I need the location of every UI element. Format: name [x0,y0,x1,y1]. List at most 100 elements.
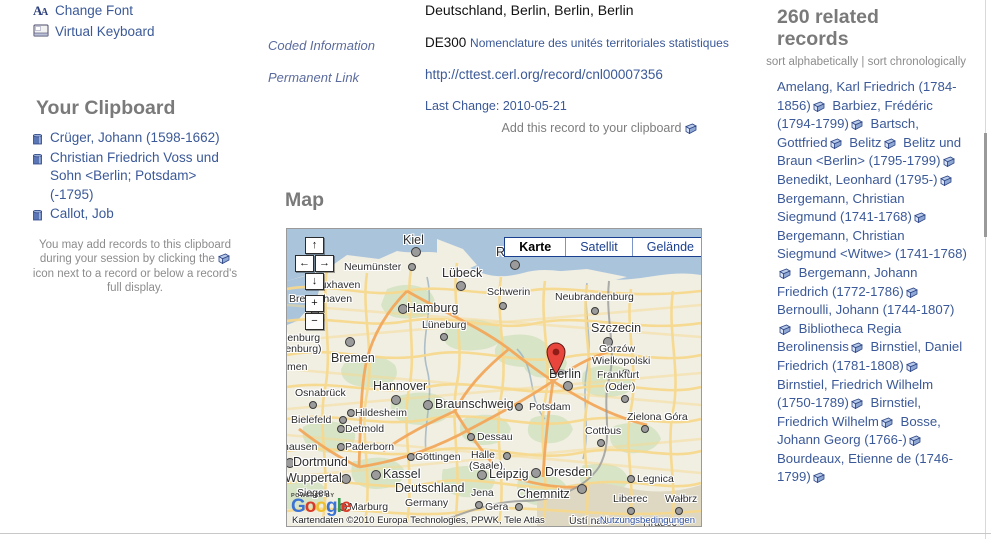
related-records-panel: 260 related records sort alphabetically … [765,0,986,539]
map-city-dot [423,400,433,410]
svg-text:A: A [41,7,49,18]
add-to-clipboard-icon[interactable] [942,154,955,168]
map-terms-link[interactable]: Nutzungsbedingungen [600,515,695,526]
clipboard-item-label[interactable]: Christian Friedrich Voss und Sohn <Berli… [50,150,219,202]
coded-information-value: DE300 Nomenclature des unités territoria… [425,34,758,53]
related-records-scrollbar[interactable] [984,133,987,237]
map-city-dot [347,409,355,417]
map-heading: Map [285,189,324,211]
add-to-clipboard-icon[interactable] [880,415,893,428]
clipboard-help-after: icon next to a record or below a record'… [32,267,238,295]
map-city-dot [411,247,421,257]
map-city-dot [622,369,630,377]
map-pan-up-button[interactable]: ↑ [305,237,324,254]
map-pan-right-button[interactable]: → [315,255,334,272]
related-record-link[interactable]: Bergemann, Christian Siegmund (1741-1768… [777,191,912,225]
map-city-dot [577,484,587,494]
map-city-dot [339,416,347,424]
permanent-link-value: http://cttest.cerl.org/record/cnl0000735… [425,66,758,85]
map-type-karte[interactable]: Karte [505,238,567,256]
clipboard-item[interactable]: Christian Friedrich Voss und Sohn <Berli… [33,149,223,205]
coded-information-code: DE300 [425,35,467,50]
change-font-label[interactable]: Change Font [55,3,133,18]
permanent-link-url[interactable]: http://cttest.cerl.org/record/cnl0000735… [425,67,663,82]
sort-alphabetically-link[interactable]: sort alphabetically [766,56,858,68]
map-type-satellit[interactable]: Satellit [566,238,633,256]
add-to-clipboard-icon[interactable] [779,266,791,280]
add-to-clipboard-icon[interactable] [685,123,697,135]
sort-separator: | [861,56,865,68]
related-record-link[interactable]: Bergemann, Johann Friedrich (1772-1786) [777,265,917,299]
add-to-clipboard-icon[interactable] [905,285,918,298]
related-record-link[interactable]: Bernoulli, Johann (1744-1807) [777,302,954,317]
map-city-dot [337,425,345,433]
google-wordmark: Google [291,496,351,517]
minus-icon: − [311,315,318,327]
map-city-dot [641,425,649,433]
related-record-link[interactable]: Bourdeaux, Etienne de (1746-1799) [777,451,953,485]
map-city-dot [503,452,511,460]
map-city-dot [341,474,351,484]
add-to-clipboard-icon[interactable] [908,433,921,447]
clipboard-item-label[interactable]: Callot, Job [50,206,114,221]
related-record-link[interactable]: Benedikt, Leonhard (1795-) [777,172,938,187]
map-city-dot [515,403,523,411]
map-city-dot [398,304,408,314]
clipboard-item-label[interactable]: Crüger, Johann (1598-1662) [50,130,220,145]
sort-controls[interactable]: sort alphabetically | sort chronological… [765,55,986,69]
map-city-dot [627,475,635,483]
map-zoom-out-button[interactable]: − [305,313,324,330]
virtual-keyboard-control[interactable]: Virtual Keyboard [33,24,268,39]
map-pan-left-button[interactable]: ← [295,255,314,272]
map-type-gelaende[interactable]: Gelände [632,238,701,256]
map-city-dot [371,470,381,480]
database-icon [33,208,42,221]
add-to-clipboard-icon[interactable] [779,322,791,335]
clipboard-help-before: You may add records to this clipboard du… [39,238,231,266]
coded-information-scheme: Nomenclature des unités territoriales st… [470,36,729,50]
map-city-dot [597,439,605,447]
map-marker-berlin[interactable] [545,341,567,380]
virtual-keyboard-label[interactable]: Virtual Keyboard [55,24,155,39]
map-city-dot [531,468,541,478]
pan-left-icon: ← [299,257,310,269]
database-icon [33,132,42,145]
add-record-to-clipboard-label[interactable]: Add this record to your clipboard [502,121,682,135]
related-record-link[interactable]: Bergemann, Christian Siegmund <Witwe> (1… [777,228,967,262]
clipboard-item[interactable]: Crüger, Johann (1598-1662) [33,129,223,148]
add-to-clipboard-icon [218,253,231,265]
add-to-clipboard-icon[interactable] [905,359,918,373]
map-city-dot [499,302,507,310]
map-pan-down-button[interactable]: ↓ [305,273,324,290]
related-records-list: Amelang, Karl Friedrich (1784-1856) Barb… [777,78,967,487]
map-type-switcher[interactable]: Karte Satellit Gelände [504,237,701,257]
add-to-clipboard-icon[interactable] [939,173,952,187]
add-to-clipboard-icon[interactable] [812,99,825,112]
map-city-dot [591,307,599,315]
change-font-control[interactable]: A A Change Font [33,3,268,18]
map-viewport[interactable]: KielRostockNeumünsterLübeckCuxhavenSchwe… [286,228,702,527]
add-to-clipboard-icon[interactable] [829,136,842,149]
add-to-clipboard-icon[interactable] [914,210,926,224]
map-city-dot [621,395,629,403]
related-records-heading: 260 related records [777,6,879,50]
map-city-dot [408,263,416,271]
add-record-to-clipboard-control[interactable]: Add this record to your clipboard [268,121,758,135]
sort-chronologically-link[interactable]: sort chronologically [868,56,966,68]
coded-information-row: Coded Information DE300 Nomenclature des… [268,34,758,53]
add-to-clipboard-icon[interactable] [850,340,863,354]
map-city-dot [309,401,317,409]
add-to-clipboard-icon[interactable] [812,470,825,484]
plus-icon: + [311,297,318,309]
map-city-dot [407,453,415,461]
map-zoom-in-button[interactable]: + [305,295,324,312]
google-logo: POWERED BY Google [291,493,351,517]
add-to-clipboard-icon[interactable] [883,136,896,149]
related-record-link[interactable]: Belitz [849,135,881,150]
clipboard-item[interactable]: Callot, Job [33,205,223,224]
virtual-keyboard-icon [33,24,50,39]
add-to-clipboard-icon[interactable] [850,396,863,410]
permanent-link-label: Permanent Link [268,70,360,85]
page-bottom-rule [0,533,991,534]
add-to-clipboard-icon[interactable] [850,117,863,131]
